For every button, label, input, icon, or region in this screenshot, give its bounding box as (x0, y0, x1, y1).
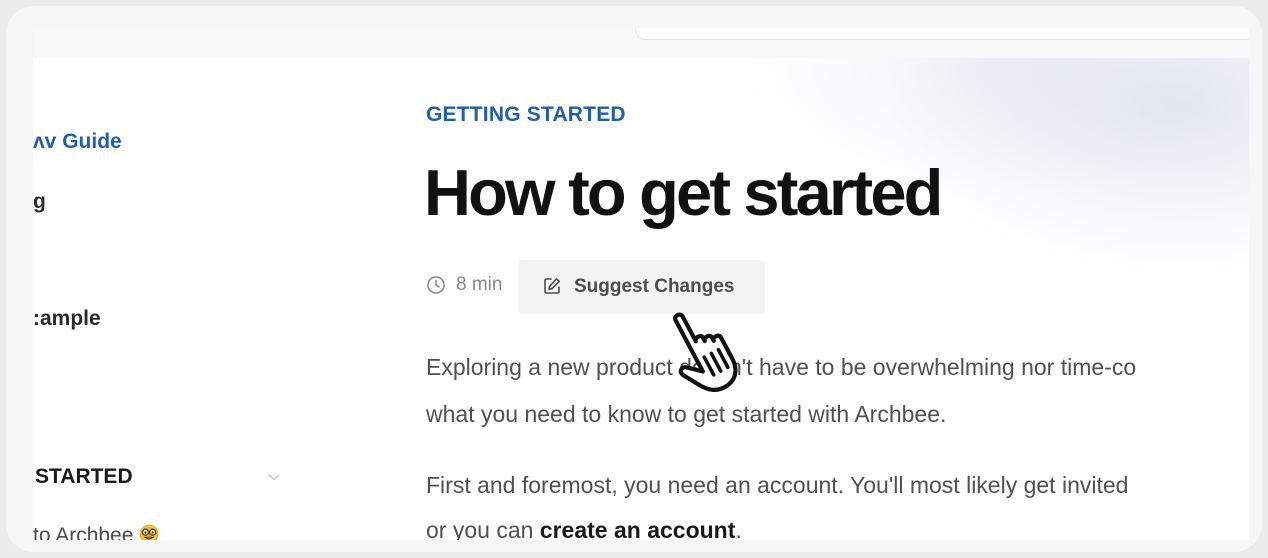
window-frame: ʌv Guide g :ample STARTED to Archbee GET… (6, 6, 1262, 552)
account-paragraph-line: First and foremost, you need an account.… (426, 472, 1129, 498)
chevron-down-icon[interactable] (267, 472, 281, 482)
intro-paragraph-line: what you need to know to get started wit… (426, 401, 947, 427)
sidebar-item[interactable]: :ample (33, 307, 101, 331)
page-title: How to get started (424, 156, 943, 229)
search-bar[interactable] (635, 28, 1249, 40)
clock-icon (427, 276, 445, 294)
sidebar-page-welcome[interactable]: to Archbee (33, 524, 159, 540)
sidebar-item[interactable]: g (33, 190, 46, 214)
sidebar: ʌv Guide g :ample STARTED to Archbee (33, 58, 313, 540)
edit-icon (544, 278, 560, 294)
top-bar (33, 28, 1249, 58)
create-account-link[interactable]: create an account (540, 517, 736, 540)
sidebar-page-label: to Archbee (33, 524, 134, 540)
account-paragraph-prefix: or you can (426, 517, 540, 540)
account-paragraph-line: or you can create an account. (426, 517, 742, 540)
suggest-changes-label: Suggest Changes (574, 276, 735, 297)
account-paragraph-suffix: . (735, 517, 742, 540)
sidebar-guide-title[interactable]: ʌv Guide (33, 130, 122, 154)
nerd-face-icon (140, 524, 159, 540)
intro-paragraph-line: Exploring a new product doesn't have to … (426, 354, 1137, 380)
docs-viewport: ʌv Guide g :ample STARTED to Archbee GET… (33, 28, 1249, 540)
read-time: 8 min (456, 274, 503, 295)
hand-pointer-cursor-icon (673, 312, 738, 392)
breadcrumb[interactable]: GETTING STARTED (426, 103, 626, 127)
sidebar-section-getting-started[interactable]: STARTED (35, 465, 133, 489)
